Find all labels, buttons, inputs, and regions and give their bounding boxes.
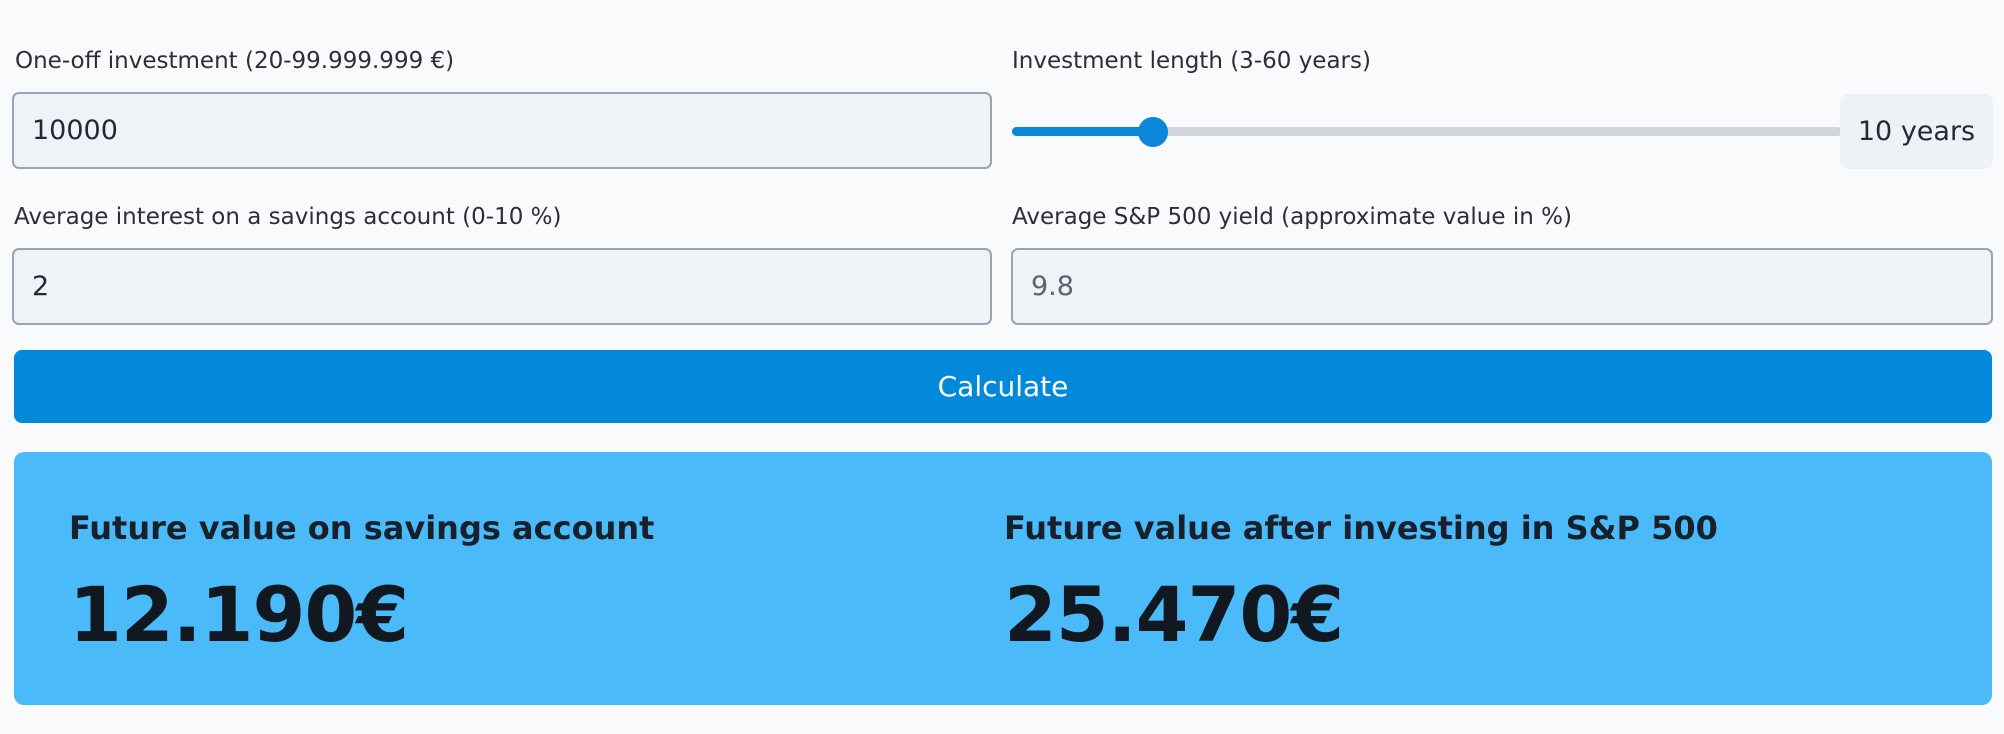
- investment-length-slider-track[interactable]: [1012, 127, 1842, 136]
- investment-length-value: 10 years: [1840, 94, 1993, 169]
- investment-calculator: One-off investment (20-99.999.999 €) Inv…: [0, 0, 2004, 734]
- investment-length-label: Investment length (3-60 years): [1012, 48, 1371, 74]
- sp500-yield-label: Average S&P 500 yield (approximate value…: [1012, 204, 1572, 230]
- savings-interest-input[interactable]: [12, 248, 992, 325]
- investment-length-slider-handle[interactable]: [1138, 117, 1169, 147]
- savings-result-value: 12.190€: [69, 570, 409, 659]
- savings-interest-label: Average interest on a savings account (0…: [14, 204, 562, 230]
- sp500-yield-input[interactable]: [1011, 248, 1993, 325]
- one-off-investment-label: One-off investment (20-99.999.999 €): [15, 48, 455, 74]
- investment-length-slider-fill: [1012, 127, 1154, 136]
- calculate-button[interactable]: Calculate: [14, 350, 1992, 423]
- one-off-investment-input[interactable]: [12, 92, 992, 169]
- sp500-result-value: 25.470€: [1004, 570, 1344, 659]
- savings-result-title: Future value on savings account: [69, 509, 655, 547]
- results-panel: Future value on savings account 12.190€ …: [14, 452, 1992, 705]
- sp500-result-title: Future value after investing in S&P 500: [1004, 509, 1718, 547]
